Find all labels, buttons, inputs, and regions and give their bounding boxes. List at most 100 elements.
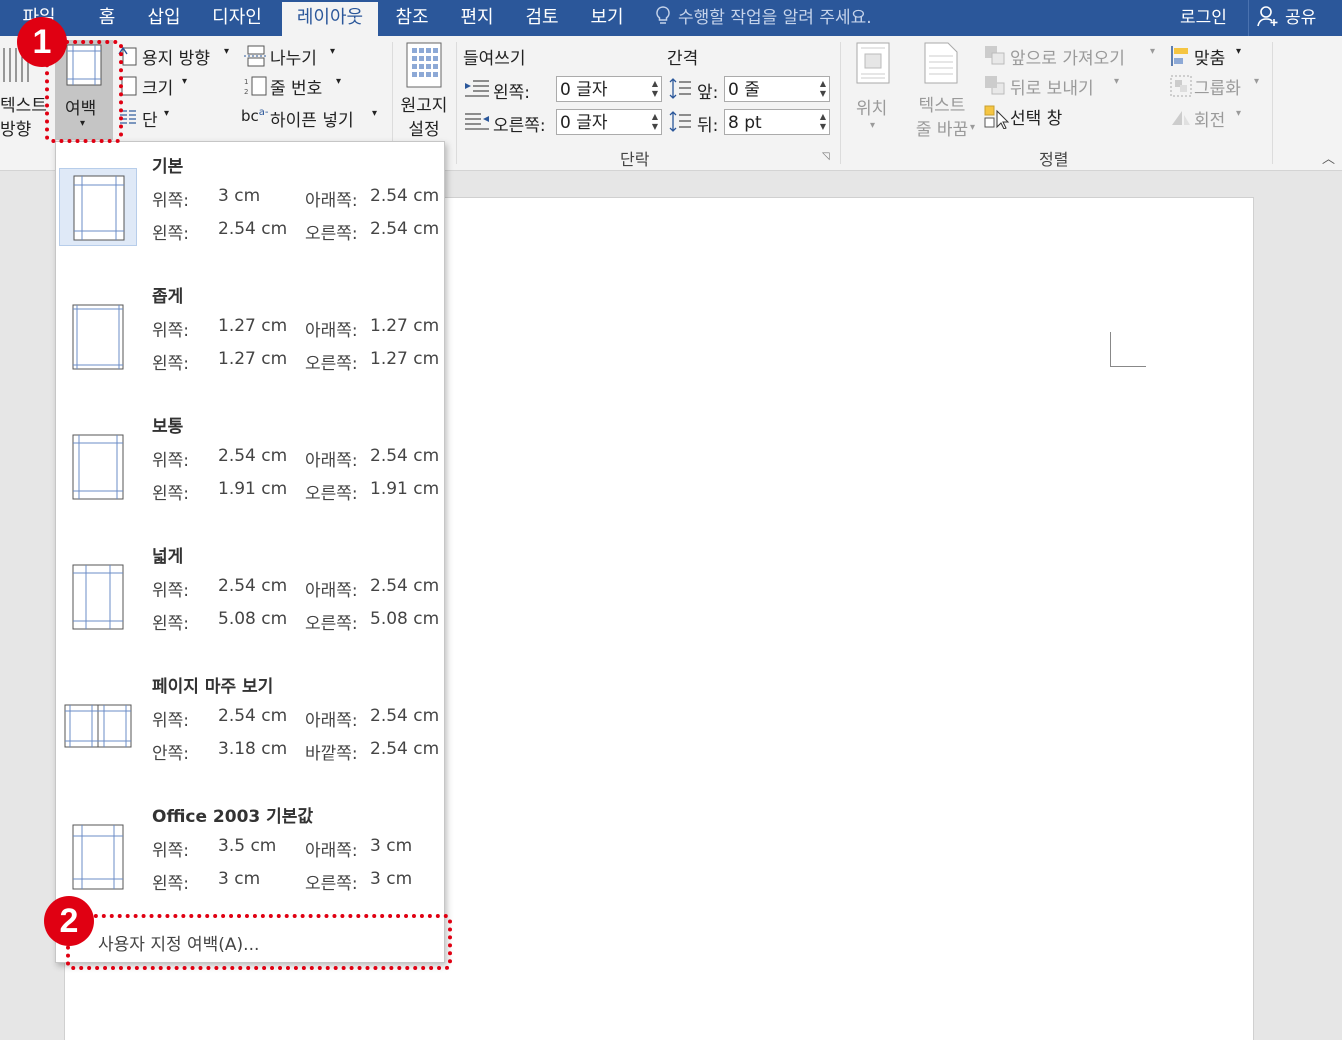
margin-value: 1.91 cm	[218, 479, 288, 499]
selection-pane-label: 선택 창	[1010, 109, 1063, 129]
wrap-text-label-2: 줄 바꿈	[915, 120, 969, 140]
margin-value: 2.54 cm	[370, 739, 440, 759]
margin-label: 아래쪽:	[305, 841, 358, 861]
margin-value: 2.54 cm	[370, 446, 440, 466]
margin-label: 왼쪽:	[152, 484, 190, 504]
group-separator	[1272, 42, 1273, 164]
margin-value: 3 cm	[218, 186, 261, 206]
margin-label: 아래쪽:	[305, 581, 358, 601]
margin-option-narrow[interactable]: 좁게 위쪽: 1.27 cm 아래쪽: 1.27 cm 왼쪽: 1.27 cm 오른쪽: 1.2…	[56, 272, 444, 402]
size-button[interactable]: 크기 ▾	[118, 74, 198, 99]
tab-home[interactable]: 홈	[86, 0, 128, 36]
hyphenation-button[interactable]: bca- 하이픈 넣기 ▾	[241, 106, 384, 131]
indent-left-label: 왼쪽:	[493, 83, 531, 103]
margin-value: 3.18 cm	[218, 739, 288, 759]
margin-value: 2.54 cm	[218, 576, 288, 596]
chevron-down-icon: ▾	[372, 108, 378, 119]
tab-review[interactable]: 검토	[516, 0, 568, 36]
align-icon	[1171, 46, 1188, 66]
tab-design[interactable]: 디자인	[202, 0, 272, 36]
margin-option-office2003[interactable]: Office 2003 기본값 위쪽: 3.5 cm 아래쪽: 3 cm 왼쪽: 3 cm 오…	[56, 792, 444, 922]
rotate-label: 회전	[1194, 111, 1226, 131]
margin-option-name: 좁게	[152, 287, 184, 307]
page-margin-icon	[72, 824, 124, 894]
margin-option-moderate[interactable]: 보통 위쪽: 2.54 cm 아래쪽: 2.54 cm 왼쪽: 1.91 cm 오른쪽: 1.9…	[56, 402, 444, 532]
indent-right-input[interactable]: 0 글자 ▲ ▼	[556, 109, 662, 135]
spinner-arrows-icon[interactable]: ▲ ▼	[652, 112, 658, 132]
indent-left-value: 0 글자	[560, 80, 608, 100]
rotate-icon	[1172, 111, 1190, 125]
line-numbers-button[interactable]: 12 줄 번호 ▾	[244, 74, 354, 99]
tab-mailings[interactable]: 편지	[452, 0, 502, 36]
sign-in-link[interactable]: 로그인	[1180, 0, 1227, 36]
breaks-icon	[244, 45, 268, 67]
margin-value: 5.08 cm	[218, 609, 288, 629]
indent-right-icon	[465, 113, 489, 130]
tell-me-search[interactable]: 수행할 작업을 알려 주세요.	[654, 0, 872, 36]
margin-preview-thumbnail	[59, 558, 137, 636]
orientation-button[interactable]: 용지 방향 ▾	[118, 44, 238, 69]
line-numbers-icon: 12	[244, 76, 267, 96]
margin-option-mirrored[interactable]: 페이지 마주 보기 위쪽: 2.54 cm 아래쪽: 2.54 cm 안쪽: 3.18 cm…	[56, 662, 444, 792]
indent-left-input[interactable]: 0 글자 ▲ ▼	[556, 76, 662, 102]
margin-label: 오른쪽:	[305, 224, 358, 244]
margin-value: 2.54 cm	[218, 219, 288, 239]
margin-label: 왼쪽:	[152, 614, 190, 634]
bring-forward-button[interactable]: 앞으로 가져오기 ▾	[984, 44, 1160, 69]
tab-layout[interactable]: 레이아웃	[282, 2, 378, 36]
rotate-button[interactable]: 회전 ▾	[1170, 106, 1250, 131]
send-backward-label: 뒤로 보내기	[1010, 79, 1094, 99]
share-label: 공유	[1285, 8, 1317, 28]
group-objects-button[interactable]: 그룹화 ▾	[1170, 74, 1266, 99]
breaks-button[interactable]: 나누기 ▾	[244, 44, 344, 69]
share-button[interactable]: 공유	[1248, 0, 1342, 36]
send-backward-button[interactable]: 뒤로 보내기 ▾	[984, 74, 1124, 99]
margin-label: 안쪽:	[152, 744, 190, 764]
indent-left-icon	[465, 80, 489, 97]
position-button[interactable]: 위치 ▾	[850, 42, 896, 138]
margin-label: 위쪽:	[152, 841, 190, 861]
svg-text:1: 1	[244, 78, 248, 86]
align-button[interactable]: 맞춤 ▾	[1170, 44, 1250, 69]
margin-option-name: 페이지 마주 보기	[152, 677, 274, 697]
chevron-down-icon: ▾	[1236, 46, 1242, 57]
chevron-down-icon: ▾	[182, 76, 188, 87]
page-margin-icon	[72, 564, 124, 634]
align-label: 맞춤	[1194, 49, 1226, 69]
columns-button[interactable]: 단 ▾	[118, 106, 188, 131]
breaks-label: 나누기	[270, 49, 317, 69]
margin-value: 3 cm	[370, 836, 413, 856]
spacing-before-value: 0 줄	[728, 80, 760, 100]
dialog-launcher-icon[interactable]: ◹	[822, 151, 830, 162]
spinner-arrows-icon[interactable]: ▲ ▼	[820, 79, 826, 99]
margin-value: 2.54 cm	[370, 706, 440, 726]
spacing-after-input[interactable]: 8 pt ▲ ▼	[724, 109, 830, 135]
wrap-text-button[interactable]: 텍스트 줄 바꿈 ▾	[904, 42, 978, 142]
margin-value: 3 cm	[370, 869, 413, 889]
manuscript-button[interactable]: 원고지 설정	[396, 42, 452, 142]
margin-option-wide[interactable]: 넓게 위쪽: 2.54 cm 아래쪽: 2.54 cm 왼쪽: 5.08 cm 오른쪽: 5.0…	[56, 532, 444, 662]
margin-option-normal[interactable]: 기본 위쪽: 3 cm 아래쪽: 2.54 cm 왼쪽: 2.54 cm 오른쪽: 2.54 c…	[56, 142, 444, 272]
spinner-arrows-icon[interactable]: ▲ ▼	[652, 79, 658, 99]
spinner-arrows-icon[interactable]: ▲ ▼	[820, 112, 826, 132]
margins-dropdown: 기본 위쪽: 3 cm 아래쪽: 2.54 cm 왼쪽: 2.54 cm 오른쪽: 2.54 c…	[55, 141, 445, 963]
tab-references[interactable]: 참조	[388, 0, 436, 36]
columns-label: 단	[142, 111, 158, 131]
chevron-down-icon: ▾	[1114, 76, 1120, 87]
selection-pane-button[interactable]: 선택 창	[984, 104, 1084, 130]
margin-preview-thumbnail	[59, 428, 137, 506]
tab-insert[interactable]: 삽입	[138, 0, 190, 36]
manuscript-label-1: 원고지	[400, 96, 448, 116]
margin-label: 위쪽:	[152, 711, 190, 731]
text-direction-button[interactable]: 텍스트 방향	[0, 94, 47, 142]
spacing-before-input[interactable]: 0 줄 ▲ ▼	[724, 76, 830, 102]
tab-view[interactable]: 보기	[582, 0, 632, 36]
collapse-ribbon-icon[interactable]: ︿	[1322, 148, 1335, 167]
group-separator	[840, 42, 841, 164]
bring-forward-icon	[985, 46, 1005, 65]
line-numbers-label: 줄 번호	[270, 79, 323, 99]
group-objects-icon	[1170, 75, 1192, 97]
margin-label: 위쪽:	[152, 321, 190, 341]
spacing-after-value: 8 pt	[728, 113, 762, 133]
chevron-down-icon: ▾	[870, 120, 876, 131]
